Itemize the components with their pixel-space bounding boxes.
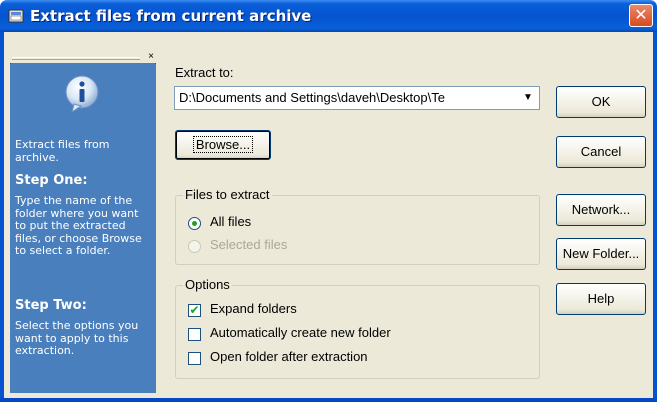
new-folder-button[interactable]: New Folder...: [556, 238, 646, 270]
selected-files-radio[interactable]: [188, 240, 201, 253]
help-panel-grip[interactable]: [12, 57, 140, 60]
auto-create-folder-label[interactable]: Automatically create new folder: [210, 325, 391, 340]
step-two-text: Select the options you want to apply to …: [15, 319, 139, 357]
help-button[interactable]: Help: [556, 283, 646, 315]
info-icon: [65, 75, 99, 114]
archive-icon: [8, 9, 24, 23]
options-label: Options: [183, 277, 232, 292]
chevron-down-icon[interactable]: ▼: [518, 88, 538, 108]
extract-to-path-input[interactable]: D:\Documents and Settings\daveh\Desktop\…: [179, 90, 515, 105]
all-files-label[interactable]: All files: [210, 214, 251, 229]
cancel-button[interactable]: Cancel: [556, 136, 646, 168]
step-one-heading: Step One:: [15, 173, 88, 188]
title-bar[interactable]: Extract files from current archive ✕: [0, 0, 657, 32]
step-two-heading: Step Two:: [15, 298, 87, 313]
open-folder-label[interactable]: Open folder after extraction: [210, 349, 368, 364]
step-one-text: Type the name of the folder where you wa…: [15, 194, 142, 257]
open-folder-checkbox[interactable]: [188, 352, 201, 365]
extract-to-label: Extract to:: [175, 65, 234, 80]
window-title: Extract files from current archive: [30, 7, 312, 25]
network-button[interactable]: Network...: [556, 194, 646, 226]
all-files-radio[interactable]: [188, 217, 201, 230]
extract-to-combobox[interactable]: D:\Documents and Settings\daveh\Desktop\…: [174, 86, 540, 110]
help-panel-close-icon[interactable]: ×: [146, 52, 156, 62]
selected-files-label[interactable]: Selected files: [210, 237, 287, 252]
expand-folders-label[interactable]: Expand folders: [210, 301, 297, 316]
close-icon: ✕: [634, 5, 648, 24]
window-frame-bottom: [0, 398, 657, 402]
help-panel-content: Extract files from archive. Step One: Ty…: [10, 64, 156, 393]
expand-folders-checkbox[interactable]: ✔: [188, 304, 201, 317]
browse-button[interactable]: Browse...: [175, 130, 271, 160]
auto-create-folder-checkbox[interactable]: [188, 328, 201, 341]
window-frame-right: [653, 32, 657, 402]
files-to-extract-label: Files to extract: [183, 187, 272, 202]
help-intro-text: Extract files from archive.: [15, 138, 110, 164]
close-button[interactable]: ✕: [629, 4, 653, 27]
ok-button[interactable]: OK: [556, 86, 646, 118]
checkmark-icon: ✔: [189, 303, 200, 317]
browse-button-label: Browse...: [192, 136, 254, 153]
files-to-extract-group: [175, 195, 540, 265]
